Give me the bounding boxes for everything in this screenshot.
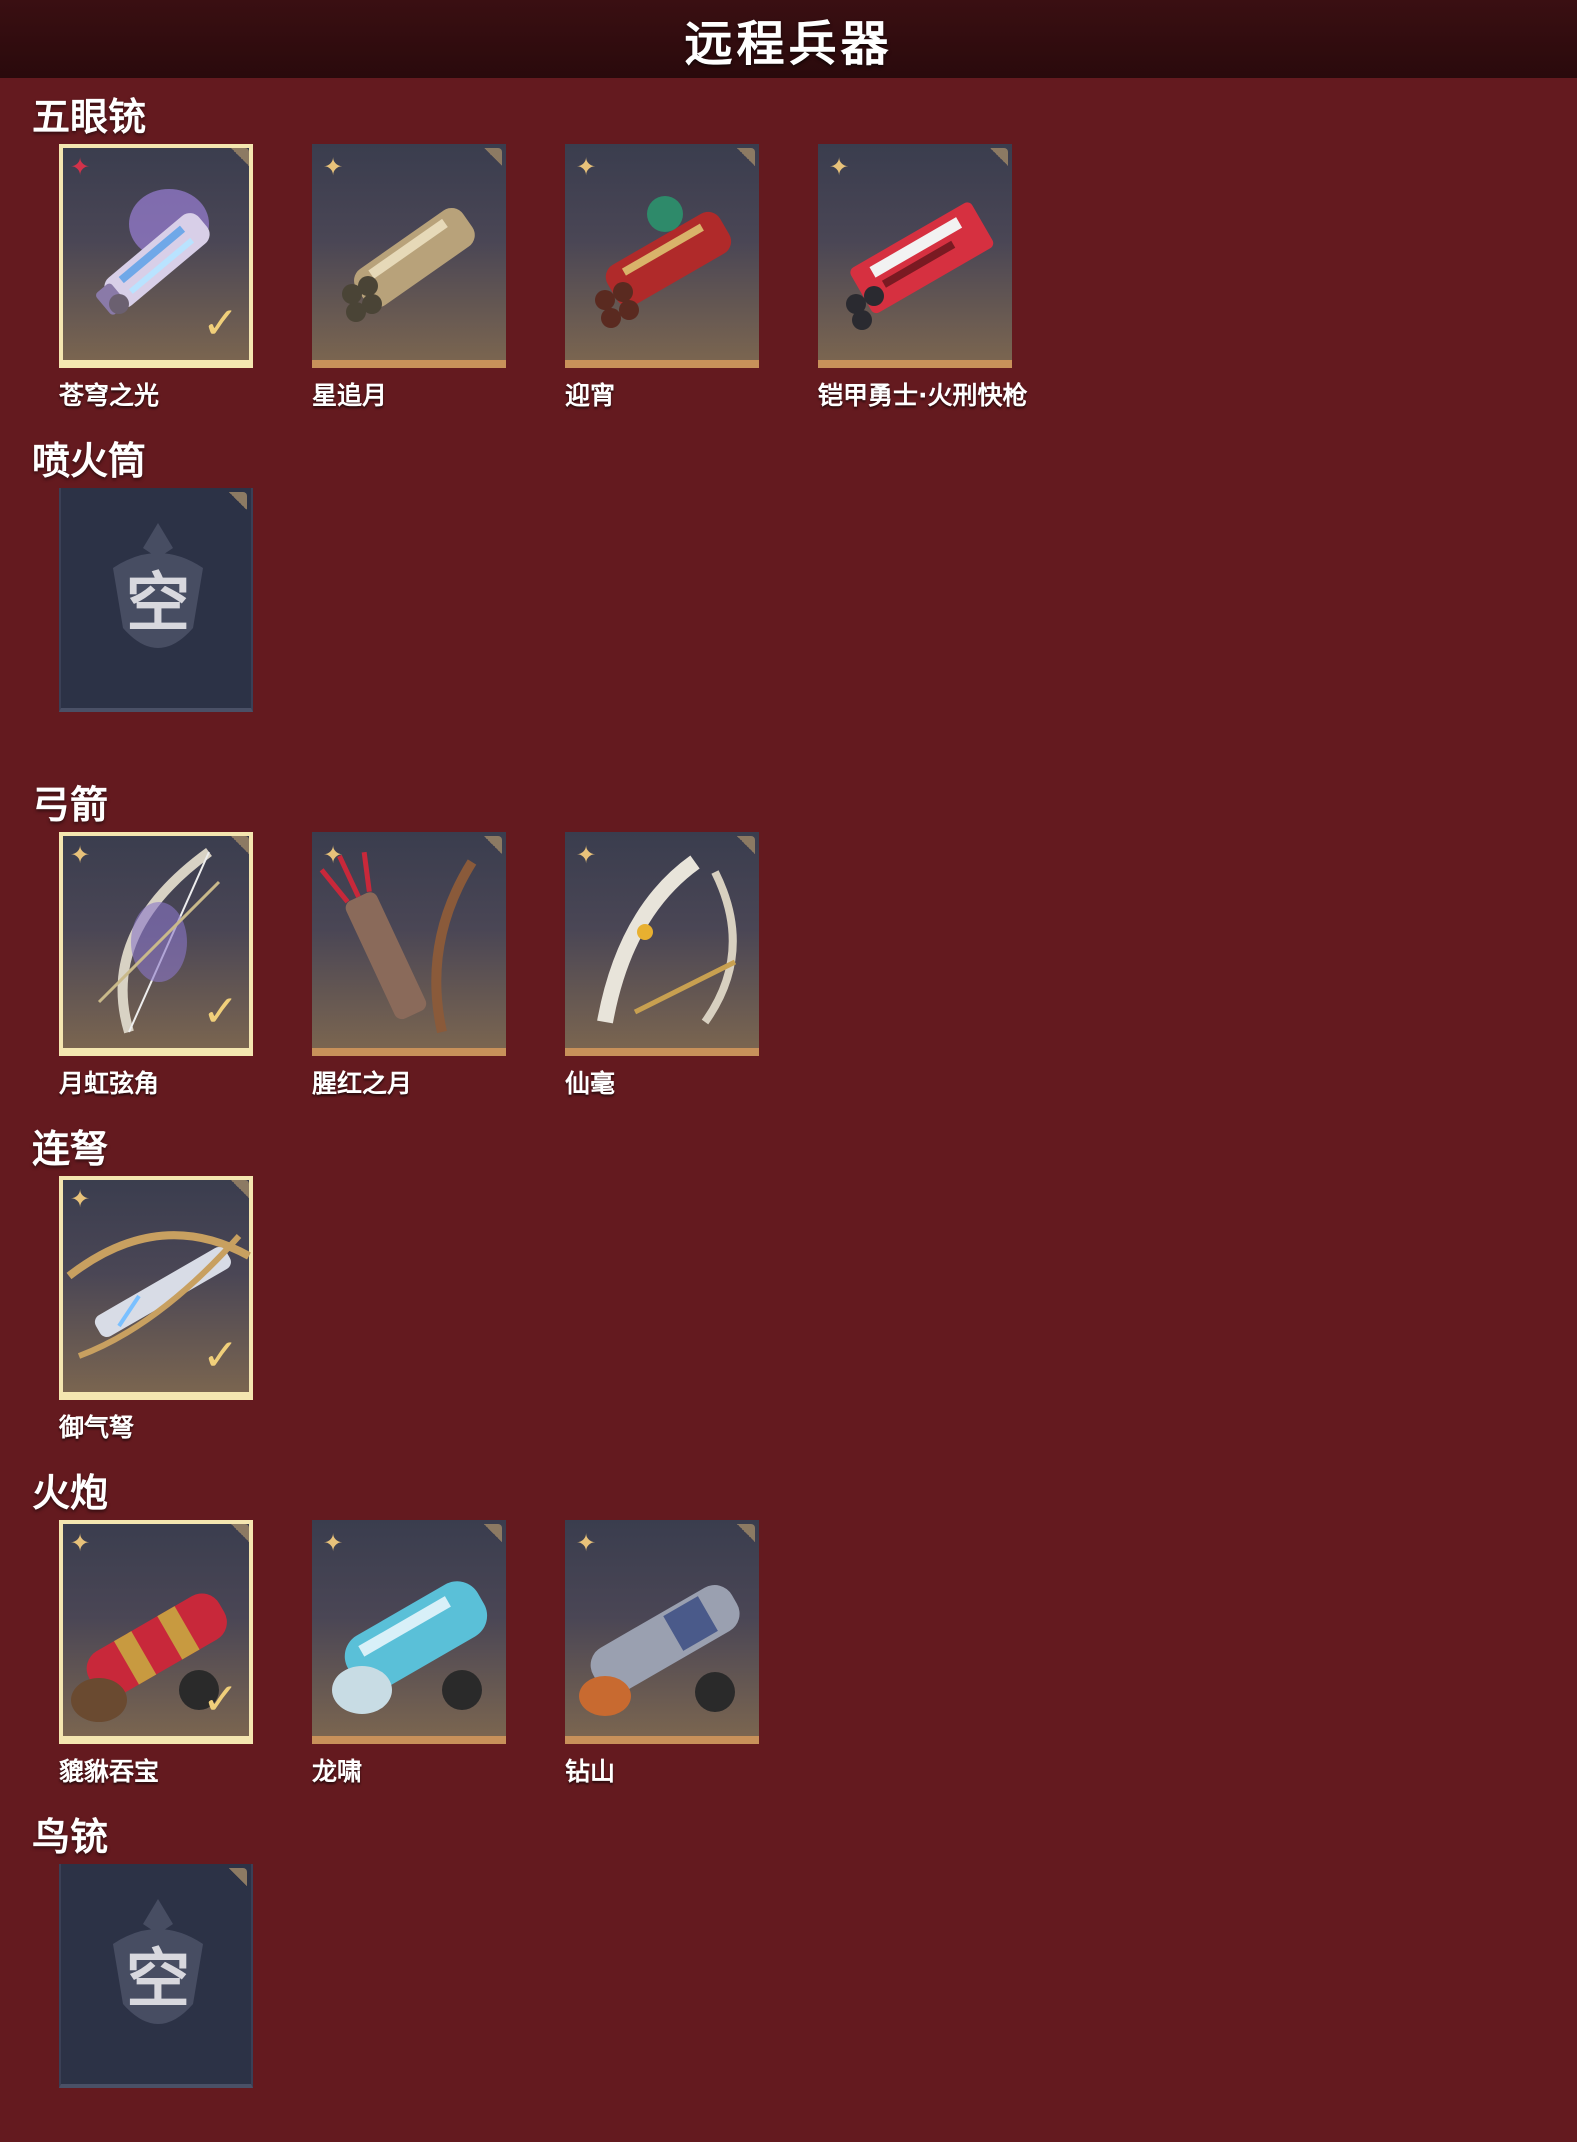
weapon-name: 御气弩: [59, 1413, 135, 1442]
weapon-name: 苍穹之光: [59, 381, 160, 410]
weapon-item[interactable]: ✦ ✓ 苍穹之光: [59, 144, 253, 412]
weapon-name: 龙啸: [312, 1757, 363, 1786]
rarity-gold-star-icon: ✦: [575, 1529, 597, 1557]
weapon-card[interactable]: ✦ ✓: [59, 1520, 253, 1744]
weapon-card[interactable]: ✦ ✓: [59, 1176, 253, 1400]
empty-card[interactable]: 空: [59, 1864, 253, 2088]
selected-check-icon: ✓: [202, 1330, 239, 1381]
weapon-item[interactable]: ✦ 迎宵: [565, 144, 759, 412]
weapon-name: 星追月: [312, 381, 388, 410]
rarity-gold-star-icon: ✦: [575, 153, 597, 181]
corner-mark: [231, 836, 249, 854]
weapon-name: 钻山: [565, 1757, 616, 1786]
corner-mark: [737, 148, 755, 166]
weapon-card[interactable]: ✦: [565, 144, 759, 368]
section-title: 喷火筒: [32, 439, 147, 483]
corner-mark: [737, 836, 755, 854]
rarity-gold-star-icon: ✦: [322, 1529, 344, 1557]
rarity-gold-star-icon: ✦: [575, 841, 597, 869]
weapon-card[interactable]: ✦: [565, 832, 759, 1056]
weapon-item[interactable]: ✦ 腥红之月: [312, 832, 506, 1100]
section-title: 弓箭: [32, 783, 109, 827]
corner-mark: [231, 148, 249, 166]
corner-mark: [229, 492, 247, 510]
weapon-item[interactable]: ✦ ✓ 御气弩: [59, 1176, 253, 1444]
weapon-card[interactable]: ✦: [312, 144, 506, 368]
weapon-name: 迎宵: [565, 381, 616, 410]
corner-mark: [231, 1180, 249, 1198]
empty-slot[interactable]: 空: [59, 1864, 253, 2088]
empty-slot[interactable]: 空: [59, 488, 253, 712]
selected-check-icon: ✓: [202, 986, 239, 1037]
weapon-card[interactable]: ✦: [565, 1520, 759, 1744]
weapon-name: 腥红之月: [312, 1069, 413, 1098]
rarity-gold-star-icon: ✦: [69, 1185, 91, 1213]
empty-label: 空: [126, 567, 190, 641]
weapon-item[interactable]: ✦ 钻山: [565, 1520, 759, 1788]
weapon-item[interactable]: ✦ 铠甲勇士·火刑快枪: [818, 144, 1028, 412]
corner-mark: [231, 1524, 249, 1542]
weapon-name: 铠甲勇士·火刑快枪: [818, 381, 1028, 410]
section-title: 五眼铳: [32, 95, 147, 139]
page-title: 远程兵器: [684, 16, 893, 72]
section-title: 连弩: [32, 1127, 109, 1171]
page-header: 远程兵器: [0, 0, 1577, 78]
weapon-item[interactable]: ✦ 仙毫: [565, 832, 759, 1100]
rarity-gold-star-icon: ✦: [69, 841, 91, 869]
weapon-card[interactable]: ✦: [818, 144, 1012, 368]
weapon-name: 仙毫: [565, 1069, 616, 1098]
selected-check-icon: ✓: [202, 298, 239, 349]
rarity-gold-star-icon: ✦: [69, 1529, 91, 1557]
weapon-name: 貔貅吞宝: [59, 1757, 160, 1786]
rarity-red-star-icon: ✦: [69, 153, 91, 181]
weapon-item[interactable]: ✦ 星追月: [312, 144, 506, 412]
empty-card[interactable]: 空: [59, 488, 253, 712]
corner-mark: [990, 148, 1008, 166]
weapon-item[interactable]: ✦ 龙啸: [312, 1520, 506, 1788]
weapon-item[interactable]: ✦ ✓ 貔貅吞宝: [59, 1520, 253, 1788]
rarity-gold-star-icon: ✦: [322, 841, 344, 869]
weapon-card[interactable]: ✦ ✓: [59, 144, 253, 368]
section-title: 火炮: [32, 1471, 109, 1515]
section-title: 鸟铳: [32, 1815, 109, 1859]
corner-mark: [484, 1524, 502, 1542]
selected-check-icon: ✓: [202, 1674, 239, 1725]
rarity-gold-star-icon: ✦: [828, 153, 850, 181]
weapon-card[interactable]: ✦: [312, 1520, 506, 1744]
corner-mark: [484, 148, 502, 166]
weapon-name: 月虹弦角: [59, 1069, 160, 1098]
corner-mark: [484, 836, 502, 854]
rarity-gold-star-icon: ✦: [322, 153, 344, 181]
corner-mark: [229, 1868, 247, 1886]
corner-mark: [737, 1524, 755, 1542]
empty-label: 空: [126, 1943, 190, 2017]
weapon-card[interactable]: ✦ ✓: [59, 832, 253, 1056]
weapon-item[interactable]: ✦ ✓ 月虹弦角: [59, 832, 253, 1100]
weapon-card[interactable]: ✦: [312, 832, 506, 1056]
